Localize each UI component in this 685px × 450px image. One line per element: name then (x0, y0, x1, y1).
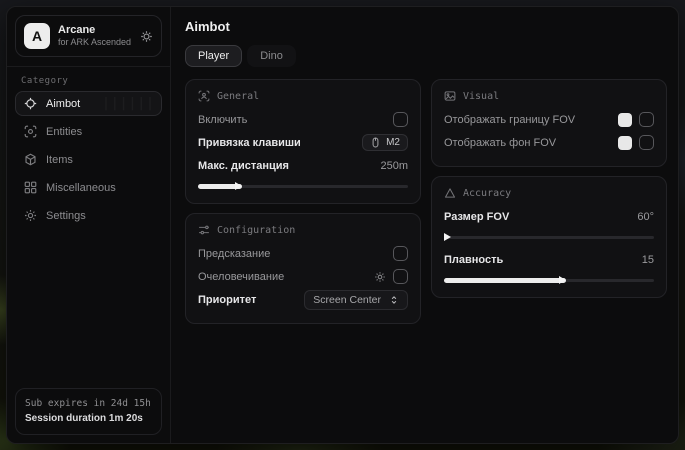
tab-bar: Player Dino (185, 45, 667, 67)
app-title: Arcane (58, 24, 132, 38)
nav-ghost-decoration: |||||| (102, 96, 155, 111)
panel-title: Accuracy (463, 188, 511, 199)
sidebar-nav: Aimbot |||||| Entities Items (15, 91, 162, 228)
fov-border-checkbox[interactable] (639, 112, 654, 127)
fov-size-slider[interactable] (444, 232, 654, 242)
sidebar-item-entities[interactable]: Entities (15, 119, 162, 144)
gear-icon (24, 209, 37, 222)
panel-configuration: Configuration Предсказание Очеловечивани… (185, 213, 421, 324)
setting-label: Отображать фон FOV (444, 137, 556, 149)
smoothness-value: 15 (642, 254, 654, 266)
setting-row-enable: Включить (198, 108, 408, 131)
setting-label: Очеловечивание (198, 271, 284, 283)
tab-dino[interactable]: Dino (247, 45, 296, 67)
fov-bg-color-swatch[interactable] (618, 136, 632, 150)
subscription-info: Sub expires in 24d 15h Session duration … (15, 388, 162, 435)
setting-row-smoothness: Плавность 15 (444, 248, 654, 271)
distance-value: 250m (380, 160, 408, 172)
image-icon (444, 90, 456, 102)
tab-player[interactable]: Player (185, 45, 242, 67)
divider (7, 66, 170, 67)
keybind-button[interactable]: M2 (362, 134, 408, 151)
humanization-checkbox[interactable] (393, 269, 408, 284)
setting-label: Включить (198, 114, 247, 126)
fov-size-value: 60° (637, 211, 654, 223)
gear-icon[interactable] (374, 271, 386, 283)
fov-bg-checkbox[interactable] (639, 135, 654, 150)
session-duration-text: Session duration 1m 20s (25, 411, 152, 426)
sidebar: A Arcane for ARK Ascended Category (7, 7, 171, 443)
enable-checkbox[interactable] (393, 112, 408, 127)
slider-thumb[interactable] (235, 182, 242, 190)
app-window: A Arcane for ARK Ascended Category (6, 6, 679, 444)
priority-dropdown[interactable]: Screen Center (304, 290, 408, 310)
sidebar-item-label: Miscellaneous (46, 182, 116, 194)
chevron-up-down-icon (389, 295, 399, 305)
app-subtitle: for ARK Ascended (58, 37, 132, 48)
sidebar-item-label: Settings (46, 210, 86, 222)
panel-title: Configuration (217, 225, 295, 236)
setting-row-prediction: Предсказание (198, 242, 408, 265)
panel-accuracy: Accuracy Размер FOV 60° Плавность 15 (431, 176, 667, 298)
box-icon (24, 153, 37, 166)
page-title: Aimbot (185, 19, 667, 34)
sub-expires-text: Sub expires in 24d 15h (25, 397, 152, 411)
sidebar-item-label: Aimbot (46, 98, 80, 110)
setting-row-priority: Приоритет Screen Center (198, 288, 408, 311)
panel-title: General (217, 91, 259, 102)
gear-icon[interactable] (140, 30, 153, 43)
setting-label: Размер FOV (444, 211, 509, 223)
fov-border-color-swatch[interactable] (618, 113, 632, 127)
setting-label: Привязка клавиши (198, 137, 301, 149)
brand-card: A Arcane for ARK Ascended (15, 15, 162, 57)
panel-title: Visual (463, 91, 499, 102)
setting-label: Приоритет (198, 294, 256, 306)
slider-thumb[interactable] (559, 276, 566, 284)
setting-row-humanization: Очеловечивание (198, 265, 408, 288)
sidebar-item-settings[interactable]: Settings (15, 203, 162, 228)
setting-row-fov-size: Размер FOV 60° (444, 205, 654, 228)
sidebar-item-label: Entities (46, 126, 82, 138)
priority-value: Screen Center (313, 294, 381, 306)
sliders-icon (198, 224, 210, 236)
setting-label: Плавность (444, 254, 503, 266)
scan-icon (24, 125, 37, 138)
panel-visual: Visual Отображать границу FOV Отображать… (431, 79, 667, 167)
sidebar-item-label: Items (46, 154, 73, 166)
crosshair-icon (24, 97, 37, 110)
sidebar-item-miscellaneous[interactable]: Miscellaneous (15, 175, 162, 200)
grid-icon (24, 181, 37, 194)
setting-label: Отображать границу FOV (444, 114, 575, 126)
prediction-checkbox[interactable] (393, 246, 408, 261)
slider-thumb[interactable] (444, 233, 451, 241)
category-label: Category (21, 76, 156, 86)
sidebar-item-items[interactable]: Items (15, 147, 162, 172)
distance-slider[interactable] (198, 181, 408, 191)
main-content: Aimbot Player Dino General (171, 7, 679, 443)
setting-row-keybind: Привязка клавиши M2 (198, 131, 408, 154)
smoothness-slider[interactable] (444, 275, 654, 285)
keybind-value: M2 (386, 137, 400, 148)
sidebar-item-aimbot[interactable]: Aimbot |||||| (15, 91, 162, 116)
setting-label: Макс. дистанция (198, 160, 289, 172)
setting-label: Предсказание (198, 248, 270, 260)
scan-user-icon (198, 90, 210, 102)
setting-row-fov-border: Отображать границу FOV (444, 108, 654, 131)
mouse-icon (370, 137, 381, 148)
app-logo: A (24, 23, 50, 49)
triangle-icon (444, 187, 456, 199)
setting-row-distance: Макс. дистанция 250m (198, 154, 408, 177)
setting-row-fov-bg: Отображать фон FOV (444, 131, 654, 154)
panel-general: General Включить Привязка клавиши (185, 79, 421, 204)
